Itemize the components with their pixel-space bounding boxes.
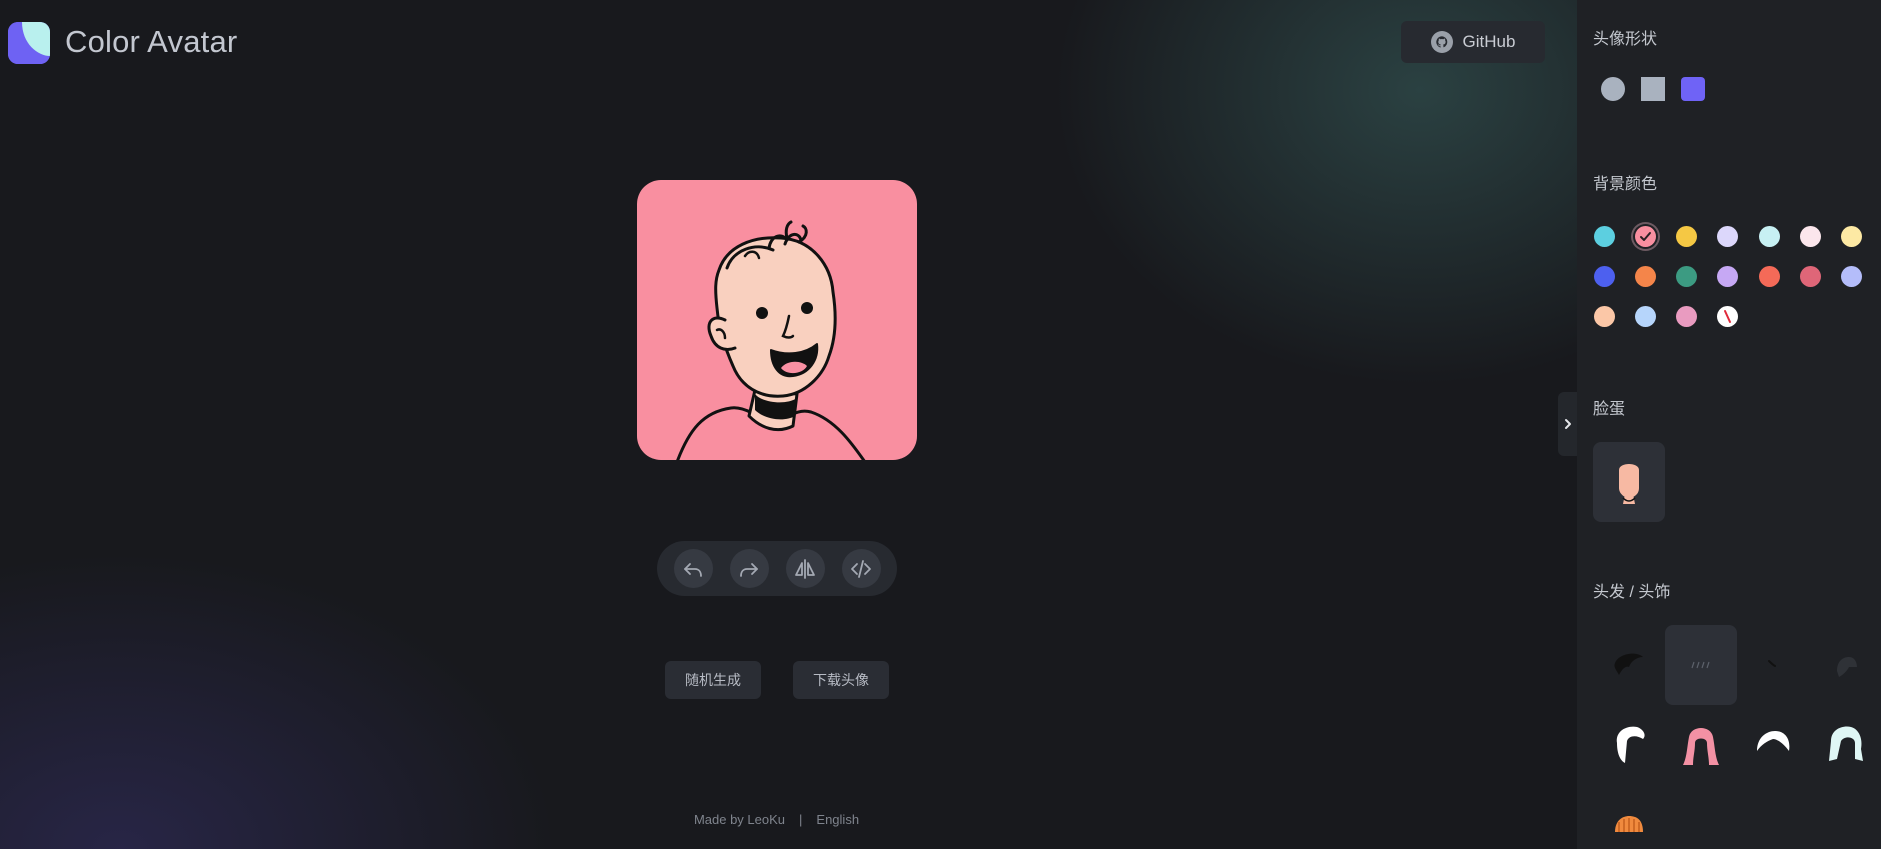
background-color-swatch[interactable] [1635, 226, 1656, 247]
background-color-swatch[interactable] [1800, 266, 1821, 287]
background-color-swatch[interactable] [1676, 226, 1697, 247]
face-shape-icon [1619, 464, 1639, 504]
hair-pink-long-icon [1683, 728, 1719, 765]
shape-section-title: 头像形状 [1593, 31, 1658, 48]
download-avatar-button[interactable]: 下载头像 [793, 661, 889, 699]
hair-option[interactable] [1809, 625, 1881, 705]
code-button[interactable] [841, 549, 881, 588]
undo-button[interactable] [673, 549, 713, 588]
face-section-title: 脸蛋 [1593, 401, 1626, 418]
background-section-title: 背景颜色 [1593, 176, 1658, 193]
background-color-swatch[interactable] [1841, 266, 1862, 287]
sidebar-collapse-toggle[interactable] [1558, 392, 1578, 456]
chevron-right-icon [1565, 419, 1571, 429]
language-switch[interactable]: English [816, 812, 859, 827]
background-color-swatch[interactable] [1594, 226, 1615, 247]
avatar-preview [637, 180, 917, 460]
background-color-swatch[interactable] [1635, 306, 1656, 327]
code-icon [851, 559, 871, 578]
shape-squircle-option[interactable] [1681, 77, 1705, 101]
hair-strand-icon [1768, 660, 1776, 667]
main-area: Color Avatar GitHub 随机生成 下载头像 Made by Le… [0, 0, 1577, 849]
background-color-swatch[interactable] [1635, 266, 1656, 287]
background-color-swatch[interactable] [1594, 266, 1615, 287]
hair-none-icon [1691, 661, 1710, 669]
background-color-swatch[interactable] [1717, 226, 1738, 247]
redo-button[interactable] [729, 549, 769, 588]
github-label: GitHub [1462, 32, 1516, 51]
hair-option-none[interactable] [1665, 625, 1737, 705]
flip-icon [795, 558, 815, 579]
made-by-link[interactable]: Made by LeoKu [694, 812, 785, 827]
background-color-swatch[interactable] [1800, 226, 1821, 247]
background-color-swatch[interactable] [1676, 266, 1697, 287]
footer-separator: | [799, 812, 803, 827]
hair-option[interactable] [1593, 785, 1665, 849]
hair-option[interactable] [1737, 625, 1809, 705]
hair-white-bob-icon [1757, 731, 1790, 751]
hair-option[interactable] [1809, 705, 1881, 785]
hair-hat-dark-icon [1837, 657, 1857, 677]
github-button[interactable]: GitHub [1401, 21, 1545, 63]
footer: Made by LeoKu | English [0, 812, 1553, 827]
hair-dark-sweep-icon [1614, 653, 1643, 675]
hair-orange-beanie-icon [1615, 816, 1643, 832]
hair-option[interactable] [1665, 705, 1737, 785]
shape-square-option[interactable] [1641, 77, 1665, 101]
background-color-swatch[interactable] [1676, 306, 1697, 327]
undo-icon [684, 562, 702, 577]
background-color-swatch[interactable] [1594, 306, 1615, 327]
hair-section-title: 头发 / 头饰 [1593, 584, 1671, 601]
face-option[interactable] [1593, 442, 1665, 522]
flip-button[interactable] [785, 549, 825, 588]
action-bar [657, 541, 897, 596]
app-title: Color Avatar [65, 24, 238, 59]
background-color-swatch[interactable] [1841, 226, 1862, 247]
app-logo [8, 22, 50, 64]
config-sidebar: 头像形状 背景颜色 脸蛋 头发 / 头饰 [1577, 0, 1881, 849]
github-icon [1430, 31, 1453, 53]
background-color-swatch[interactable] [1759, 266, 1780, 287]
hair-option[interactable] [1593, 705, 1665, 785]
background-color-swatch[interactable] [1717, 266, 1738, 287]
random-generate-button[interactable]: 随机生成 [665, 661, 761, 699]
hair-white-side-icon [1616, 726, 1645, 763]
redo-icon [740, 562, 758, 577]
shape-circle-option[interactable] [1601, 77, 1625, 101]
hair-option[interactable] [1737, 705, 1809, 785]
background-color-swatch[interactable] [1759, 226, 1780, 247]
hair-option[interactable] [1593, 625, 1665, 705]
background-none-swatch[interactable] [1717, 306, 1738, 327]
hair-mint-long-icon [1829, 726, 1863, 761]
